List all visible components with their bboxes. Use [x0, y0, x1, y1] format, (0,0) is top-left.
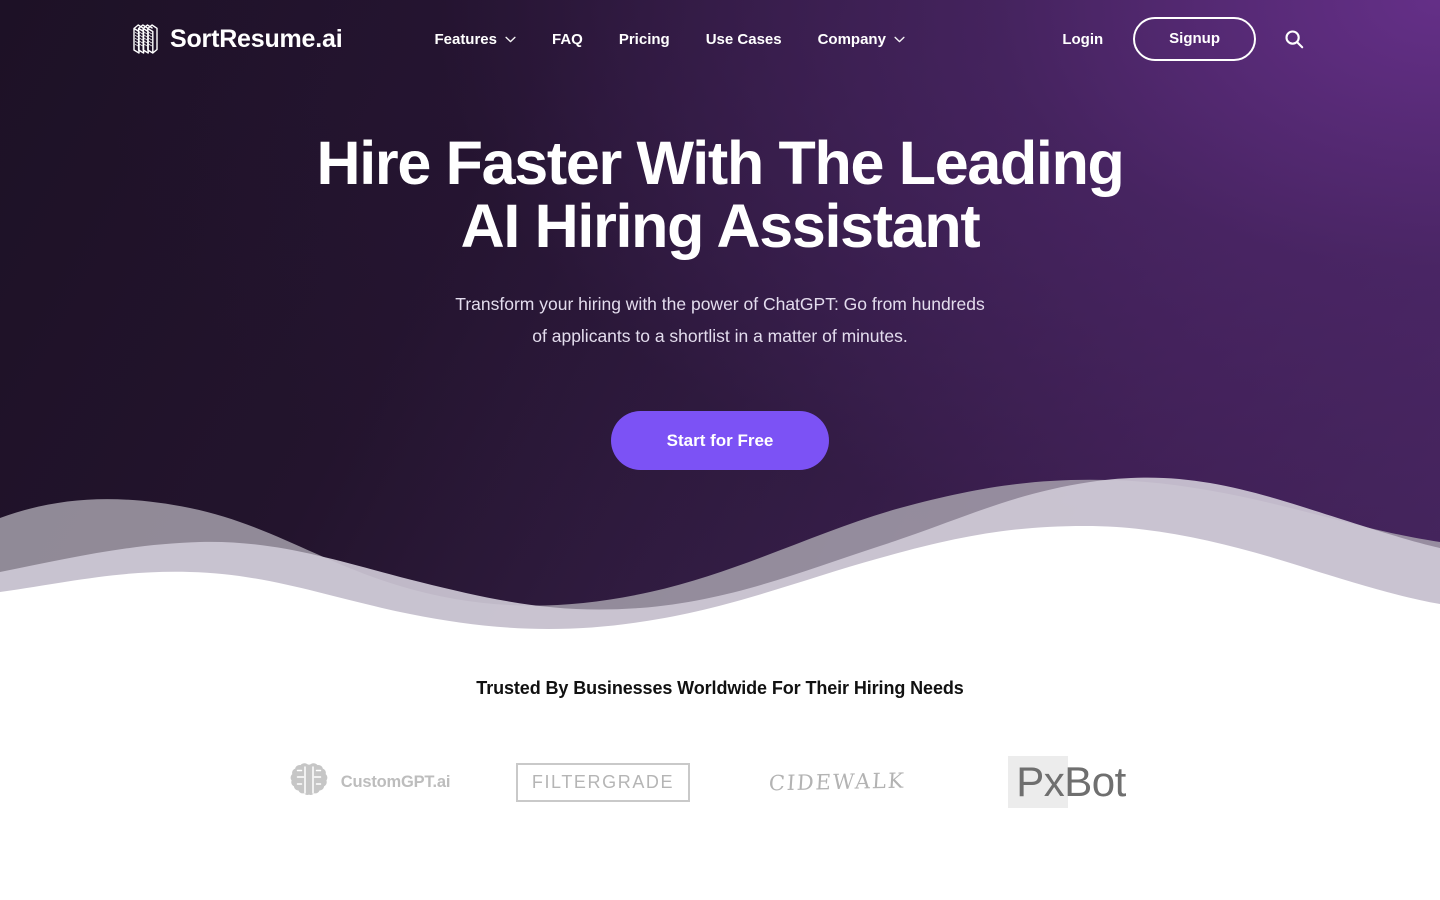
chevron-down-icon [894, 36, 905, 43]
hero-subtitle: Transform your hiring with the power of … [0, 289, 1440, 353]
brand-name: SortResume.ai [170, 24, 343, 53]
trusted-by-title: Trusted By Businesses Worldwide For Thei… [476, 678, 964, 698]
wave-layer-lavender [0, 477, 1440, 640]
partner-logo-label: PxBot [1016, 757, 1126, 805]
nav-label-features: Features [434, 30, 497, 48]
hero-content-wrapper: Hire Faster With The Leading AI Hiring A… [0, 78, 1440, 470]
main-navigation: Features FAQ Pricing Use Cases Company [416, 23, 922, 56]
filtergrade-box: FILTERGRADE [515, 762, 691, 802]
hero-title-line-2: AI Hiring Assistant [460, 192, 981, 261]
site-header: SortResume.ai Features FAQ Pricing Use C… [0, 0, 1440, 78]
partner-logo-label: CIDEWALK [767, 768, 907, 796]
wave-layer-white [0, 526, 1440, 640]
nav-item-use-cases[interactable]: Use Cases [688, 23, 800, 56]
partner-logo-filtergrade[interactable]: FILTERGRADE [486, 751, 720, 813]
hero-title-line-1: Hire Faster With The Leading [316, 129, 1125, 197]
wave-layer-gray [0, 479, 1440, 640]
partner-logo-customgpt[interactable]: CustomGPT.ai [252, 751, 486, 813]
login-link[interactable]: Login [1046, 23, 1119, 56]
partner-logo-label: CustomGPT.ai [340, 772, 451, 791]
nav-label-use-cases: Use Cases [705, 30, 782, 48]
brain-icon [288, 760, 330, 805]
nav-item-faq[interactable]: FAQ [534, 23, 601, 56]
search-icon[interactable] [1280, 25, 1308, 53]
trusted-by-section: Trusted By Businesses Worldwide For Thei… [0, 640, 1440, 900]
hero-section: SortResume.ai Features FAQ Pricing Use C… [0, 0, 1440, 640]
header-actions: Login Signup [1046, 17, 1308, 61]
nav-label-pricing: Pricing [618, 30, 670, 48]
nav-item-features[interactable]: Features [416, 23, 534, 56]
nav-item-pricing[interactable]: Pricing [601, 23, 688, 56]
partner-logo-cidewalk[interactable]: CIDEWALK [720, 751, 954, 813]
hero-content: Hire Faster With The Leading AI Hiring A… [0, 78, 1440, 470]
nav-label-faq: FAQ [552, 30, 583, 48]
signup-button[interactable]: Signup [1133, 17, 1256, 61]
stacked-documents-icon [132, 23, 159, 55]
partner-logo-pxbot[interactable]: PxBot [954, 751, 1188, 813]
hero-subtitle-line-2: of applicants to a shortlist in a matter… [532, 325, 908, 346]
partner-logos-row: CustomGPT.ai FILTERGRADE CIDEWALK PxBot [0, 751, 1440, 813]
hero-subtitle-line-1: Transform your hiring with the power of … [455, 293, 985, 314]
partner-logo-label: FILTERGRADE [531, 771, 675, 792]
landing-page: SortResume.ai Features FAQ Pricing Use C… [0, 0, 1440, 900]
cta-wrapper: Start for Free [0, 410, 1440, 470]
start-for-free-button[interactable]: Start for Free [610, 410, 830, 470]
page-title: Hire Faster With The Leading AI Hiring A… [0, 129, 1440, 261]
chevron-down-icon [505, 36, 516, 43]
brand-logo[interactable]: SortResume.ai [132, 23, 343, 55]
nav-label-company: Company [817, 30, 886, 48]
nav-item-company[interactable]: Company [800, 23, 923, 56]
